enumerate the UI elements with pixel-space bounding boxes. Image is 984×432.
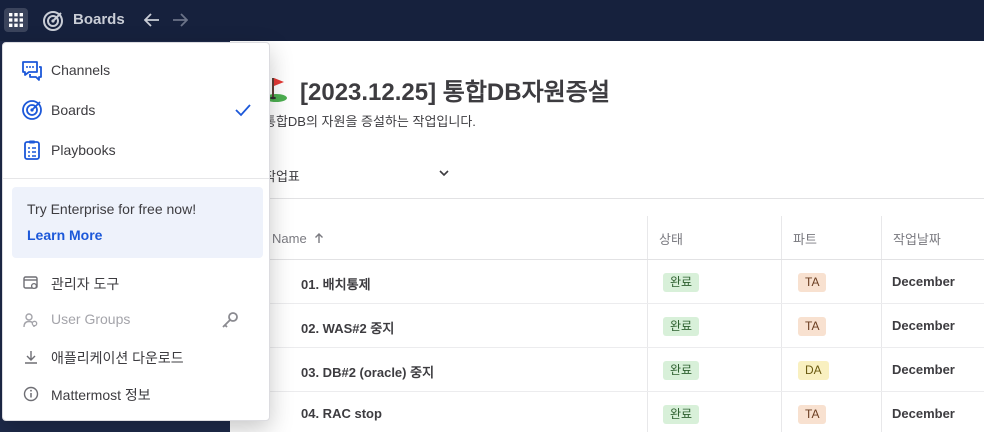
menu-item-admin-console[interactable]: 관리자 도구: [3, 265, 271, 301]
chevron-down-icon[interactable]: [438, 167, 450, 179]
apps-grid-icon: [9, 13, 23, 27]
back-button[interactable]: [143, 11, 161, 29]
status-badge[interactable]: 완료: [663, 273, 700, 292]
table-row[interactable]: 02. WAS#2 중지 완료 TA December: [264, 304, 984, 348]
global-header: Boards: [0, 0, 984, 41]
card-name[interactable]: 04. RAC stop: [301, 406, 382, 421]
header-name[interactable]: Name: [264, 216, 325, 260]
boards-icon: [22, 100, 42, 120]
part-badge[interactable]: TA: [798, 405, 827, 424]
menu-item-about[interactable]: Mattermost 정보: [3, 376, 271, 412]
user-groups-icon: [23, 313, 38, 328]
enterprise-trial-promo: Try Enterprise for free now! Learn More: [12, 187, 263, 258]
menu-item-boards[interactable]: Boards: [3, 90, 271, 130]
board-main: [2023.12.25] 통합DB자원증설 통합DB의 자원을 증설하는 작업입…: [230, 41, 984, 432]
status-badge[interactable]: 완료: [663, 405, 700, 424]
sidebar-footer: [0, 421, 230, 432]
menu-item-playbooks[interactable]: Playbooks: [3, 130, 271, 170]
divider: [230, 198, 984, 199]
info-icon: [23, 386, 39, 402]
status-badge[interactable]: 완료: [663, 317, 700, 336]
table-row[interactable]: 03. DB#2 (oracle) 중지 완료 DA December: [264, 348, 984, 392]
board-description[interactable]: 통합DB의 자원을 증설하는 작업입니다.: [264, 111, 476, 130]
card-name[interactable]: 01. 배치통제: [301, 274, 371, 293]
table-row[interactable]: 04. RAC stop 완료 TA December: [264, 392, 984, 432]
part-badge[interactable]: TA: [798, 273, 827, 292]
date-cell[interactable]: December: [892, 274, 984, 289]
table-header: Name 상태 파트 작업날짜: [264, 216, 984, 260]
header-part[interactable]: 파트: [785, 216, 817, 260]
product-switcher-menu: Channels Boards Playbooks Try Enterprise…: [2, 42, 270, 421]
boards-target-icon: [43, 11, 63, 31]
status-badge[interactable]: 완료: [663, 361, 700, 380]
key-icon: [222, 312, 238, 328]
back-arrow-icon: [144, 13, 159, 27]
date-cell[interactable]: December: [892, 318, 984, 333]
download-icon: [25, 351, 37, 364]
date-cell[interactable]: December: [892, 362, 984, 377]
part-badge[interactable]: TA: [798, 317, 827, 336]
playbooks-icon: [24, 140, 40, 160]
menu-item-channels[interactable]: Channels: [3, 50, 271, 90]
card-name[interactable]: 03. DB#2 (oracle) 중지: [301, 362, 434, 381]
menu-item-user-groups[interactable]: User Groups: [3, 302, 271, 338]
card-name[interactable]: 02. WAS#2 중지: [301, 318, 394, 337]
header-date[interactable]: 작업날짜: [885, 216, 941, 260]
forward-button[interactable]: [171, 11, 189, 29]
header-status[interactable]: 상태: [651, 216, 683, 260]
table-row[interactable]: 01. 배치통제 완료 TA December: [264, 260, 984, 304]
part-badge[interactable]: DA: [798, 361, 829, 380]
checkmark-icon: [235, 104, 251, 117]
admin-console-icon: [23, 276, 38, 290]
channels-icon: [22, 61, 42, 81]
forward-arrow-icon: [173, 13, 188, 27]
date-cell[interactable]: December: [892, 406, 984, 421]
board-title[interactable]: [2023.12.25] 통합DB자원증설: [300, 72, 610, 107]
product-name[interactable]: Boards: [73, 11, 125, 28]
sort-ascending-icon: [314, 233, 323, 243]
learn-more-link[interactable]: Learn More: [27, 227, 102, 243]
promo-text: Try Enterprise for free now!: [27, 201, 197, 217]
apps-grid-button[interactable]: [4, 8, 28, 32]
menu-item-download-apps[interactable]: 애플리케이션 다운로드: [3, 339, 271, 375]
menu-divider: [3, 178, 269, 179]
